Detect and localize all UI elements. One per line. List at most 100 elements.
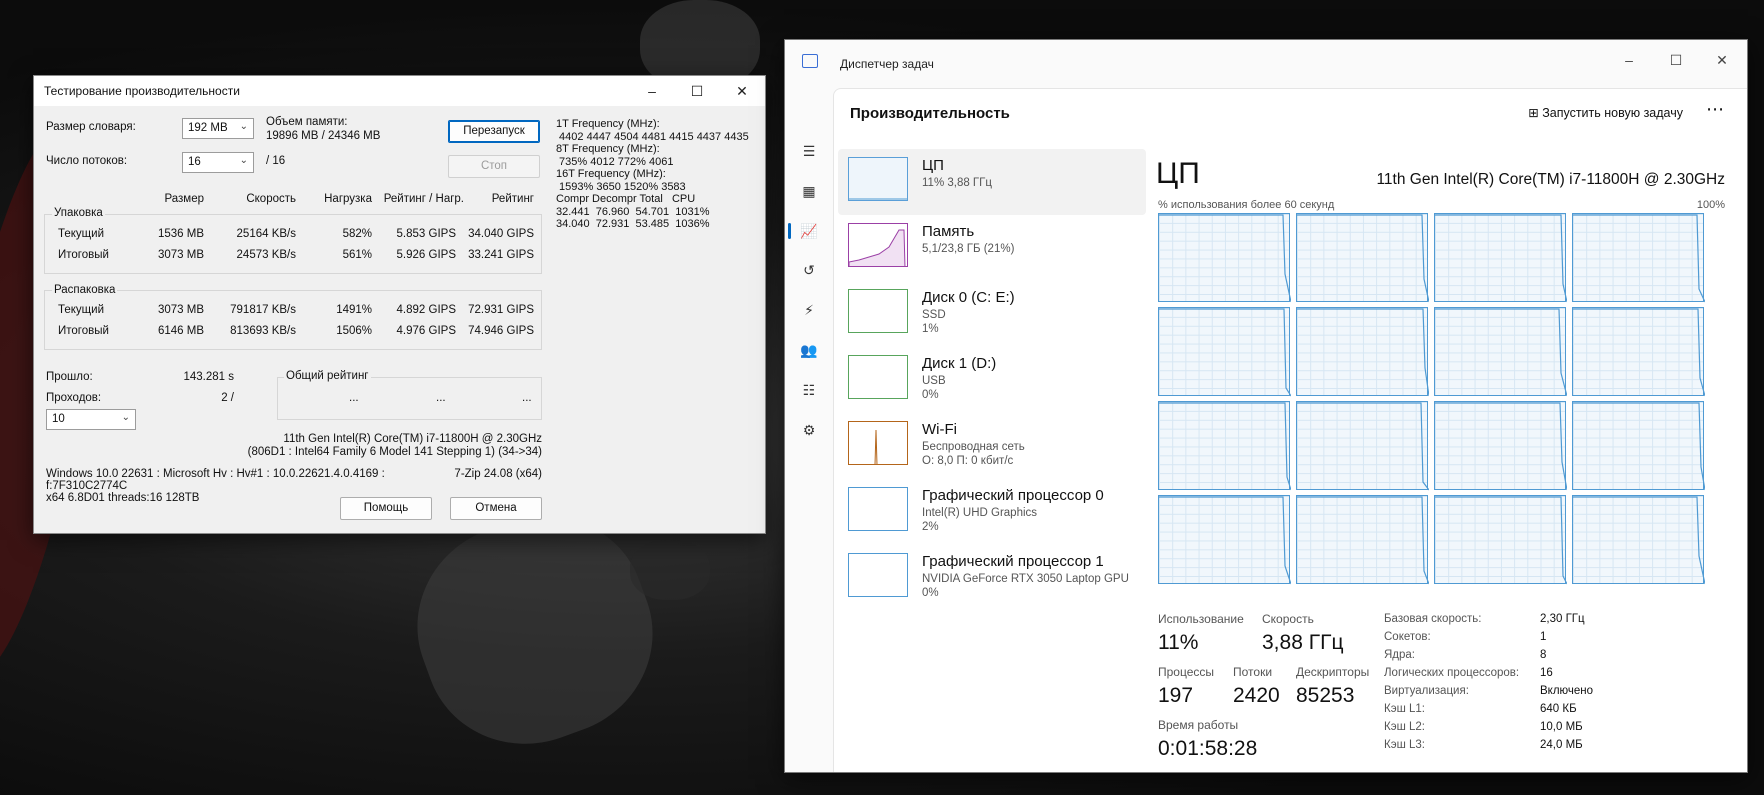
page-title: Производительность	[850, 105, 1010, 122]
dict-size-select[interactable]: 192 MB ⌄	[182, 118, 254, 139]
row-name: Итоговый	[58, 249, 109, 261]
device-detail: USB	[922, 375, 946, 387]
device-name: Диск 0 (C: E:)	[922, 289, 1015, 306]
chevron-down-icon: ⌄	[239, 121, 248, 132]
row-load: 1506%	[336, 325, 372, 337]
performance-icon[interactable]: 📈	[799, 221, 819, 241]
spec-value: 8	[1540, 649, 1547, 661]
col-size: Размер	[164, 193, 204, 205]
cpu-core-line	[1159, 214, 1291, 303]
cpu-core-line	[1435, 496, 1567, 585]
cpu-core-graph	[1434, 495, 1567, 585]
threads-value: 2420	[1233, 684, 1280, 707]
device-disk-1[interactable]: Диск 1 (D:) USB 0%	[838, 347, 1146, 413]
main-content: Производительность ⊞ Запустить новую зад…	[833, 88, 1747, 772]
row-speed: 813693 KB/s	[230, 325, 296, 337]
cpu-core-line	[1159, 308, 1291, 397]
frequency-line: 34.040 72.931 53.485 1036%	[556, 218, 710, 230]
cpu-core-line	[1297, 308, 1429, 397]
help-button[interactable]: Помощь	[340, 497, 432, 520]
processes-icon[interactable]: ▦	[799, 181, 819, 201]
row-rating: 74.946 GIPS	[468, 325, 534, 337]
minimize-button[interactable]: –	[632, 80, 672, 102]
cpu-thumbnail	[848, 157, 908, 201]
device-gpu-1[interactable]: Графический процессор 1 NVIDIA GeForce R…	[838, 545, 1146, 611]
passes-select[interactable]: 10 ⌄	[46, 409, 136, 430]
system-info: Windows 10.0 22631 : Microsoft Hv : Hv#1…	[46, 468, 385, 480]
users-icon[interactable]: 👥	[799, 340, 819, 360]
col-rating-per-load: Рейтинг / Нагр.	[383, 193, 464, 205]
cpu-core-line	[1159, 402, 1291, 491]
device-wifi[interactable]: Wi-Fi Беспроводная сеть О: 8,0 П: 0 кбит…	[838, 413, 1146, 479]
close-button[interactable]: ✕	[1700, 48, 1744, 72]
details-icon[interactable]: ☷	[799, 380, 819, 400]
startup-apps-icon[interactable]: ⚡	[799, 300, 819, 320]
cpu-core-graph	[1572, 401, 1705, 491]
packing-group	[44, 214, 542, 274]
cpu-core-graph	[1434, 401, 1567, 491]
close-button[interactable]: ✕	[722, 80, 762, 102]
minimize-button[interactable]: –	[1607, 48, 1651, 72]
spec-key: Логических процессоров:	[1384, 667, 1520, 679]
device-detail: 11% 3,88 ГГц	[922, 177, 992, 189]
row-speed: 24573 KB/s	[236, 249, 296, 261]
threads-select[interactable]: 16 ⌄	[182, 152, 254, 173]
active-nav-indicator	[788, 223, 791, 239]
device-disk-0[interactable]: Диск 0 (C: E:) SSD 1%	[838, 281, 1146, 347]
stop-button[interactable]: Стоп	[448, 155, 540, 178]
elapsed-label: Прошло:	[46, 371, 93, 383]
row-rating-per-load: 4.892 GIPS	[396, 304, 456, 316]
new-task-icon: ⊞	[1528, 106, 1543, 120]
cpu-core-line	[1435, 402, 1567, 491]
unpacking-group	[44, 290, 542, 350]
title-bar: Диспетчер задач – ☐ ✕	[785, 40, 1747, 88]
device-name: ЦП	[922, 157, 944, 174]
app-history-icon[interactable]: ↺	[799, 260, 819, 280]
more-options-button[interactable]: ⋯	[1706, 99, 1725, 120]
cpu-core-line	[1573, 496, 1705, 585]
frequency-line: 1T Frequency (MHz):	[556, 118, 660, 130]
total-rating-label: Общий рейтинг	[284, 370, 371, 382]
frequency-line: 4402 4447 4504 4481 4415 4437 4435	[556, 130, 749, 143]
spec-key: Кэш L3:	[1384, 739, 1425, 751]
threads-label: Число потоков:	[46, 155, 128, 167]
services-icon[interactable]: ⚙	[799, 420, 819, 440]
device-name: Графический процессор 0	[922, 487, 1104, 504]
processes-label: Процессы	[1158, 665, 1215, 679]
cpu-core-line	[1435, 308, 1567, 397]
row-name: Итоговый	[58, 325, 109, 337]
passes-label: Проходов:	[46, 392, 102, 404]
spec-key: Кэш L2:	[1384, 721, 1425, 733]
spec-value: 640 КБ	[1540, 703, 1577, 715]
cancel-button[interactable]: Отмена	[450, 497, 542, 520]
restart-button[interactable]: Перезапуск	[448, 120, 540, 143]
frequency-line: 32.441 76.960 54.701 1031%	[556, 205, 710, 218]
col-rating: Рейтинг	[491, 193, 534, 205]
total-rating-value: ...	[522, 392, 532, 404]
threads-label: Потоки	[1233, 665, 1273, 679]
total-rating-group	[277, 377, 542, 420]
frequency-line: 16T Frequency (MHz):	[556, 168, 666, 180]
memory-value: 19896 MB / 24346 MB	[266, 130, 381, 142]
maximize-button[interactable]: ☐	[677, 80, 717, 102]
cpu-core-line	[1297, 496, 1429, 585]
maximize-button[interactable]: ☐	[1654, 48, 1698, 72]
device-gpu-0[interactable]: Графический процессор 0 Intel(R) UHD Gra…	[838, 479, 1146, 545]
speed-label: Скорость	[1262, 612, 1314, 626]
cpu-model: 11th Gen Intel(R) Core(TM) i7-11800H @ 2…	[1376, 171, 1725, 188]
cpu-core-line	[1573, 214, 1705, 303]
graph-caption: % использования более 60 секунд	[1158, 199, 1335, 211]
device-detail: Intel(R) UHD Graphics	[922, 507, 1038, 519]
spec-key: Ядра:	[1384, 649, 1416, 661]
hamburger-menu-icon[interactable]: ☰	[799, 141, 819, 161]
row-rating: 33.241 GIPS	[468, 249, 534, 261]
row-size: 1536 MB	[157, 228, 204, 240]
device-memory[interactable]: Память 5,1/23,8 ГБ (21%)	[838, 215, 1146, 281]
device-usage: 2%	[922, 521, 939, 533]
row-load: 582%	[342, 228, 372, 240]
cpu-core-line	[1435, 214, 1567, 303]
run-new-task-button[interactable]: ⊞ Запустить новую задачу	[1528, 105, 1683, 120]
device-cpu[interactable]: ЦП 11% 3,88 ГГц	[838, 149, 1146, 215]
frequency-line: 1593% 3650 1520% 3583	[556, 180, 686, 193]
cpu-detail-pane: ЦП 11th Gen Intel(R) Core(TM) i7-11800H …	[1148, 149, 1747, 772]
